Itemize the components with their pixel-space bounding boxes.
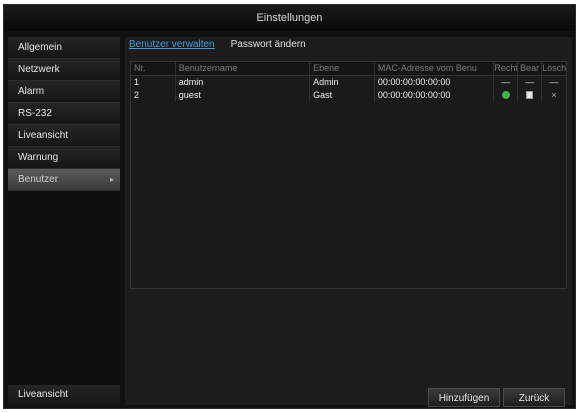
sidebar-bottom-label: Liveansicht xyxy=(18,389,69,400)
column-header-level[interactable]: Ebene xyxy=(310,62,375,75)
cell-nr: 2 xyxy=(131,89,176,102)
main-content: Benutzer verwalten Passwort ändern Nr. B… xyxy=(125,37,572,407)
cell-nr: 1 xyxy=(131,76,176,89)
cell-right[interactable] xyxy=(494,89,519,102)
sidebar-item-label: Benutzer xyxy=(18,174,59,185)
column-header-username[interactable]: Benutzername xyxy=(176,62,311,75)
cell-username: admin xyxy=(176,76,311,89)
tab-change-password[interactable]: Passwort ändern xyxy=(231,39,306,55)
tab-bar: Benutzer verwalten Passwort ändern xyxy=(129,39,306,55)
table-row[interactable]: 1 admin Admin 00:00:00:00:00:00 — — — xyxy=(131,76,566,89)
add-button[interactable]: Hinzufügen xyxy=(428,388,500,407)
cell-level: Admin xyxy=(310,76,375,89)
cell-edit: — xyxy=(518,76,543,89)
column-header-edit[interactable]: Bear xyxy=(518,62,543,75)
user-table: Nr. Benutzername Ebene MAC-Adresse vom B… xyxy=(130,61,567,289)
sidebar-item-label: Alarm xyxy=(18,86,45,97)
sidebar-item-label: Netzwerk xyxy=(18,64,60,75)
cell-mac: 00:00:00:00:00:00 xyxy=(375,76,495,89)
sidebar-item-label: Allgemein xyxy=(18,42,62,53)
cell-delete: — xyxy=(549,77,559,87)
check-circle-icon[interactable] xyxy=(501,90,510,99)
table-row[interactable]: 2 guest Gast 00:00:00:00:00:00 × xyxy=(131,89,566,102)
cell-edit[interactable] xyxy=(518,89,543,102)
column-header-nr[interactable]: Nr. xyxy=(131,62,176,75)
sidebar-item-allgemein[interactable]: Allgemein xyxy=(8,37,120,59)
cell-right: — xyxy=(494,76,519,89)
back-button[interactable]: Zurück xyxy=(503,388,565,407)
sidebar-item-label: RS-232 xyxy=(18,108,52,119)
settings-window: Einstellungen Allgemein Netzwerk Alarm R… xyxy=(3,4,576,409)
tab-manage-users[interactable]: Benutzer verwalten xyxy=(129,39,215,55)
sidebar-item-rs232[interactable]: RS-232 xyxy=(8,103,120,125)
edit-icon[interactable] xyxy=(526,90,534,99)
sidebar: Allgemein Netzwerk Alarm RS-232 Liveansi… xyxy=(8,37,120,405)
sidebar-item-netzwerk[interactable]: Netzwerk xyxy=(8,59,120,81)
chevron-right-icon: ▸ xyxy=(109,175,114,184)
cell-username: guest xyxy=(176,89,311,102)
window-title: Einstellungen xyxy=(4,5,575,31)
column-header-mac[interactable]: MAC-Adresse vom Benu xyxy=(375,62,495,75)
sidebar-item-benutzer[interactable]: Benutzer ▸ xyxy=(8,169,120,191)
cell-delete[interactable]: × xyxy=(542,89,566,102)
delete-icon[interactable]: × xyxy=(551,90,556,100)
cell-mac: 00:00:00:00:00:00 xyxy=(375,89,495,102)
sidebar-item-warnung[interactable]: Warnung xyxy=(8,147,120,169)
sidebar-item-alarm[interactable]: Alarm xyxy=(8,81,120,103)
column-header-delete[interactable]: Lösch xyxy=(542,62,566,75)
table-header: Nr. Benutzername Ebene MAC-Adresse vom B… xyxy=(131,62,566,76)
cell-level: Gast xyxy=(310,89,375,102)
sidebar-item-label: Warnung xyxy=(18,152,59,163)
column-header-right[interactable]: Recht xyxy=(494,62,519,75)
sidebar-bottom-liveansicht[interactable]: Liveansicht xyxy=(8,385,120,405)
sidebar-item-label: Liveansicht xyxy=(18,130,69,141)
sidebar-item-liveansicht[interactable]: Liveansicht xyxy=(8,125,120,147)
